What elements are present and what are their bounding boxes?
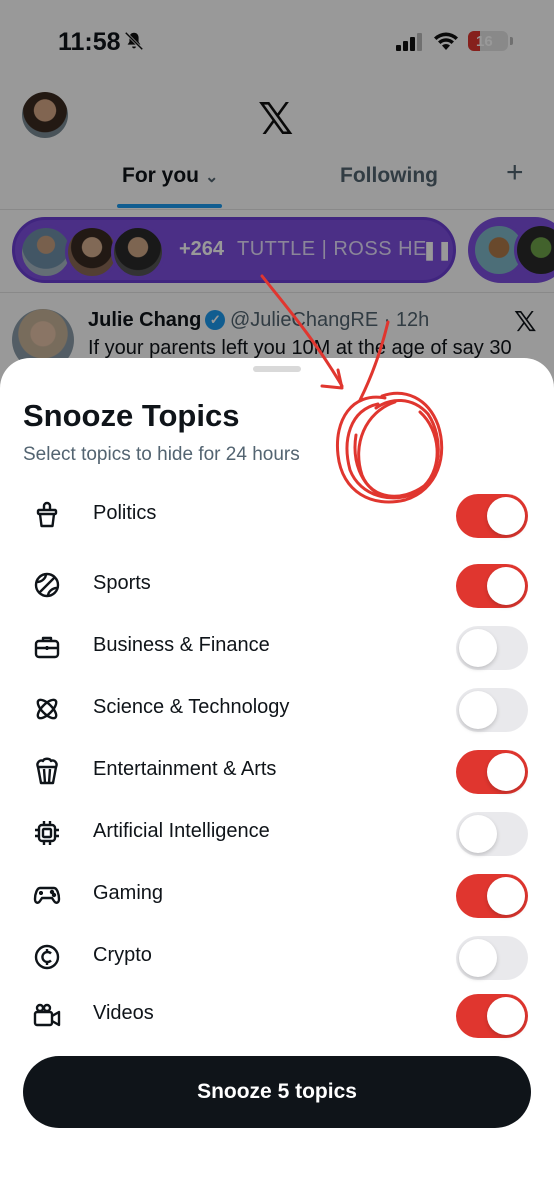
topic-label: Business & Finance	[93, 634, 270, 656]
toggle-artificial-intelligence[interactable]	[456, 812, 528, 856]
topic-label: Science & Technology	[93, 696, 290, 718]
topic-row-sports: Sports	[0, 556, 554, 612]
topic-label: Videos	[93, 1002, 154, 1024]
sheet-drag-handle[interactable]	[253, 366, 301, 372]
toggle-knob	[459, 815, 497, 853]
toggle-knob	[459, 939, 497, 977]
atom-icon	[36, 698, 58, 720]
podium-icon	[36, 501, 58, 528]
toggle-videos[interactable]	[456, 994, 528, 1038]
toggle-knob	[487, 877, 525, 915]
briefcase-icon	[34, 636, 60, 659]
snooze-topics-button[interactable]: Snooze 5 topics	[23, 1056, 531, 1128]
topic-row-artificial-intelligence: Artificial Intelligence	[0, 804, 554, 860]
ball-icon	[34, 572, 60, 598]
toggle-knob	[487, 997, 525, 1035]
topic-label: Politics	[93, 502, 157, 524]
topic-label: Sports	[93, 572, 151, 594]
topic-row-science-technology: Science & Technology	[0, 680, 554, 736]
toggle-knob	[459, 629, 497, 667]
topic-label: Crypto	[93, 944, 152, 966]
toggle-science-technology[interactable]	[456, 688, 528, 732]
toggle-knob	[487, 567, 525, 605]
toggle-business-finance[interactable]	[456, 626, 528, 670]
topic-row-politics: Politics	[0, 486, 554, 542]
chip-icon	[35, 821, 59, 845]
topic-label: Entertainment & Arts	[93, 758, 277, 780]
toggle-crypto[interactable]	[456, 936, 528, 980]
topic-row-business-finance: Business & Finance	[0, 618, 554, 674]
topic-label: Gaming	[93, 882, 164, 904]
topic-row-crypto: Crypto	[0, 928, 554, 984]
toggle-sports[interactable]	[456, 564, 528, 608]
toggle-gaming[interactable]	[456, 874, 528, 918]
topic-row-gaming: Gaming	[0, 866, 554, 922]
popcorn-icon	[36, 757, 58, 785]
topic-row-entertainment-arts: Entertainment & Arts	[0, 742, 554, 798]
toggle-politics[interactable]	[456, 494, 528, 538]
toggle-knob	[487, 497, 525, 535]
snooze-topics-sheet: Snooze Topics Select topics to hide for …	[0, 358, 554, 1200]
gamepad-icon	[33, 886, 61, 904]
toggle-knob	[487, 753, 525, 791]
topic-label: Artificial Intelligence	[93, 820, 270, 842]
video-camera-icon	[33, 1003, 61, 1027]
sheet-title: Snooze Topics	[23, 398, 240, 433]
toggle-entertainment-arts[interactable]	[456, 750, 528, 794]
topic-row-videos: Videos	[0, 986, 554, 1042]
crypto-coin-icon	[34, 944, 60, 970]
sheet-subtitle: Select topics to hide for 24 hours	[23, 444, 300, 465]
toggle-knob	[459, 691, 497, 729]
